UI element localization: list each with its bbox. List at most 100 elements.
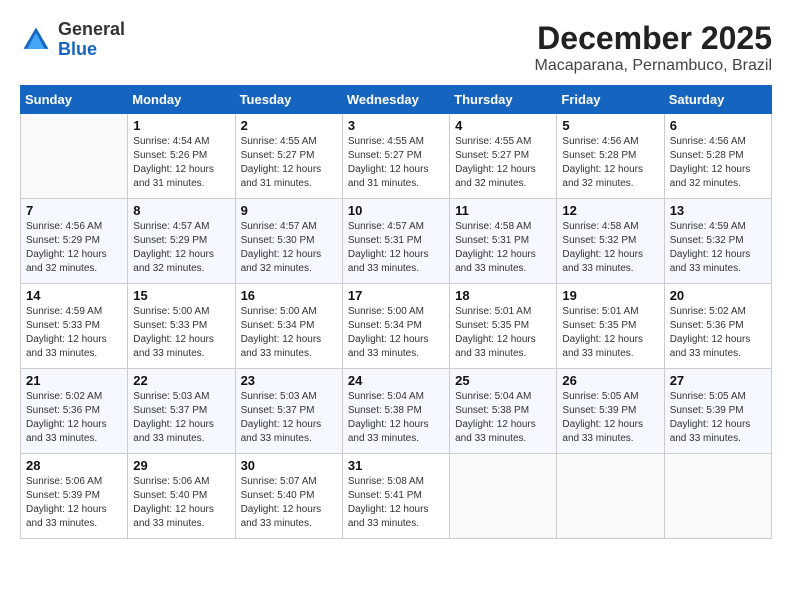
calendar-cell: 28 Sunrise: 5:06 AM Sunset: 5:39 PM Dayli…	[21, 454, 128, 539]
calendar-cell: 3Sunrise: 4:55 AM Sunset: 5:27 PM Daylig…	[342, 114, 449, 199]
calendar-cell	[21, 114, 128, 199]
calendar-cell: 22 Sunrise: 5:03 AM Sunset: 5:37 PM Dayli…	[128, 369, 235, 454]
day-number: 16	[241, 288, 337, 303]
calendar-cell: 12 Sunrise: 4:58 AM Sunset: 5:32 PM Dayli…	[557, 199, 664, 284]
day-number: 12	[562, 203, 658, 218]
calendar-header-saturday: Saturday	[664, 86, 771, 114]
main-title: December 2025	[535, 20, 772, 57]
calendar-cell	[664, 454, 771, 539]
day-number: 4	[455, 118, 551, 133]
day-number: 10	[348, 203, 444, 218]
calendar-cell: 26Sunrise: 5:05 AM Sunset: 5:39 PM Dayli…	[557, 369, 664, 454]
header: General Blue December 2025 Macaparana, P…	[20, 20, 772, 75]
day-number: 6	[670, 118, 766, 133]
title-area: December 2025 Macaparana, Pernambuco, Br…	[535, 20, 772, 75]
calendar-cell: 8 Sunrise: 4:57 AM Sunset: 5:29 PM Daylig…	[128, 199, 235, 284]
day-info: Sunrise: 5:07 AM Sunset: 5:40 PM Dayligh…	[241, 475, 337, 531]
day-info: Sunrise: 5:02 AM Sunset: 5:36 PM Dayligh…	[670, 305, 766, 361]
day-number: 13	[670, 203, 766, 218]
calendar-header-thursday: Thursday	[450, 86, 557, 114]
day-number: 28	[26, 458, 122, 473]
logo-icon	[20, 24, 52, 56]
day-number: 20	[670, 288, 766, 303]
week-row-4: 21 Sunrise: 5:02 AM Sunset: 5:36 PM Dayli…	[21, 369, 772, 454]
day-number: 30	[241, 458, 337, 473]
week-row-5: 28 Sunrise: 5:06 AM Sunset: 5:39 PM Dayli…	[21, 454, 772, 539]
day-number: 14	[26, 288, 122, 303]
calendar-cell: 29 Sunrise: 5:06 AM Sunset: 5:40 PM Dayli…	[128, 454, 235, 539]
day-info: Sunrise: 5:01 AM Sunset: 5:35 PM Dayligh…	[562, 305, 658, 361]
calendar-cell: 11 Sunrise: 4:58 AM Sunset: 5:31 PM Dayli…	[450, 199, 557, 284]
calendar-cell: 9Sunrise: 4:57 AM Sunset: 5:30 PM Daylig…	[235, 199, 342, 284]
calendar-header-monday: Monday	[128, 86, 235, 114]
week-row-2: 7 Sunrise: 4:56 AM Sunset: 5:29 PM Daylig…	[21, 199, 772, 284]
calendar-cell: 1 Sunrise: 4:54 AM Sunset: 5:26 PM Daylig…	[128, 114, 235, 199]
day-info: Sunrise: 4:54 AM Sunset: 5:26 PM Dayligh…	[133, 135, 229, 191]
calendar-cell: 13Sunrise: 4:59 AM Sunset: 5:32 PM Dayli…	[664, 199, 771, 284]
day-number: 23	[241, 373, 337, 388]
day-info: Sunrise: 4:59 AM Sunset: 5:33 PM Dayligh…	[26, 305, 122, 361]
day-number: 7	[26, 203, 122, 218]
day-number: 21	[26, 373, 122, 388]
day-number: 22	[133, 373, 229, 388]
day-info: Sunrise: 4:55 AM Sunset: 5:27 PM Dayligh…	[348, 135, 444, 191]
day-info: Sunrise: 5:00 AM Sunset: 5:33 PM Dayligh…	[133, 305, 229, 361]
day-info: Sunrise: 4:55 AM Sunset: 5:27 PM Dayligh…	[241, 135, 337, 191]
calendar-cell: 24Sunrise: 5:04 AM Sunset: 5:38 PM Dayli…	[342, 369, 449, 454]
day-info: Sunrise: 5:00 AM Sunset: 5:34 PM Dayligh…	[348, 305, 444, 361]
calendar-cell: 23 Sunrise: 5:03 AM Sunset: 5:37 PM Dayli…	[235, 369, 342, 454]
day-info: Sunrise: 4:58 AM Sunset: 5:31 PM Dayligh…	[455, 220, 551, 276]
day-number: 17	[348, 288, 444, 303]
calendar-cell: 20 Sunrise: 5:02 AM Sunset: 5:36 PM Dayli…	[664, 284, 771, 369]
calendar-cell: 21 Sunrise: 5:02 AM Sunset: 5:36 PM Dayli…	[21, 369, 128, 454]
calendar-cell	[450, 454, 557, 539]
day-number: 29	[133, 458, 229, 473]
calendar-cell: 6Sunrise: 4:56 AM Sunset: 5:28 PM Daylig…	[664, 114, 771, 199]
week-row-1: 1 Sunrise: 4:54 AM Sunset: 5:26 PM Daylig…	[21, 114, 772, 199]
day-info: Sunrise: 5:08 AM Sunset: 5:41 PM Dayligh…	[348, 475, 444, 531]
day-info: Sunrise: 4:58 AM Sunset: 5:32 PM Dayligh…	[562, 220, 658, 276]
day-number: 31	[348, 458, 444, 473]
calendar-cell: 7 Sunrise: 4:56 AM Sunset: 5:29 PM Daylig…	[21, 199, 128, 284]
logo-blue: Blue	[58, 39, 97, 59]
calendar-header-friday: Friday	[557, 86, 664, 114]
logo: General Blue	[20, 20, 125, 60]
calendar-cell: 10 Sunrise: 4:57 AM Sunset: 5:31 PM Dayli…	[342, 199, 449, 284]
day-info: Sunrise: 5:00 AM Sunset: 5:34 PM Dayligh…	[241, 305, 337, 361]
week-row-3: 14 Sunrise: 4:59 AM Sunset: 5:33 PM Dayli…	[21, 284, 772, 369]
calendar-cell: 15 Sunrise: 5:00 AM Sunset: 5:33 PM Dayli…	[128, 284, 235, 369]
day-info: Sunrise: 4:56 AM Sunset: 5:29 PM Dayligh…	[26, 220, 122, 276]
day-info: Sunrise: 4:57 AM Sunset: 5:31 PM Dayligh…	[348, 220, 444, 276]
day-info: Sunrise: 5:03 AM Sunset: 5:37 PM Dayligh…	[133, 390, 229, 446]
day-info: Sunrise: 5:05 AM Sunset: 5:39 PM Dayligh…	[562, 390, 658, 446]
calendar-cell: 19Sunrise: 5:01 AM Sunset: 5:35 PM Dayli…	[557, 284, 664, 369]
calendar-cell: 17 Sunrise: 5:00 AM Sunset: 5:34 PM Dayli…	[342, 284, 449, 369]
calendar-cell: 5Sunrise: 4:56 AM Sunset: 5:28 PM Daylig…	[557, 114, 664, 199]
calendar: SundayMondayTuesdayWednesdayThursdayFrid…	[20, 85, 772, 539]
day-info: Sunrise: 5:06 AM Sunset: 5:39 PM Dayligh…	[26, 475, 122, 531]
day-number: 27	[670, 373, 766, 388]
calendar-header-tuesday: Tuesday	[235, 86, 342, 114]
calendar-cell: 4 Sunrise: 4:55 AM Sunset: 5:27 PM Daylig…	[450, 114, 557, 199]
day-info: Sunrise: 4:57 AM Sunset: 5:29 PM Dayligh…	[133, 220, 229, 276]
calendar-cell: 2Sunrise: 4:55 AM Sunset: 5:27 PM Daylig…	[235, 114, 342, 199]
day-number: 8	[133, 203, 229, 218]
day-info: Sunrise: 4:55 AM Sunset: 5:27 PM Dayligh…	[455, 135, 551, 191]
day-info: Sunrise: 4:56 AM Sunset: 5:28 PM Dayligh…	[562, 135, 658, 191]
day-number: 15	[133, 288, 229, 303]
calendar-cell	[557, 454, 664, 539]
subtitle: Macaparana, Pernambuco, Brazil	[535, 57, 772, 75]
calendar-cell: 14 Sunrise: 4:59 AM Sunset: 5:33 PM Dayli…	[21, 284, 128, 369]
calendar-cell: 31 Sunrise: 5:08 AM Sunset: 5:41 PM Dayli…	[342, 454, 449, 539]
day-number: 1	[133, 118, 229, 133]
calendar-cell: 27Sunrise: 5:05 AM Sunset: 5:39 PM Dayli…	[664, 369, 771, 454]
day-number: 11	[455, 203, 551, 218]
calendar-header-wednesday: Wednesday	[342, 86, 449, 114]
calendar-cell: 25Sunrise: 5:04 AM Sunset: 5:38 PM Dayli…	[450, 369, 557, 454]
calendar-cell: 30 Sunrise: 5:07 AM Sunset: 5:40 PM Dayli…	[235, 454, 342, 539]
day-info: Sunrise: 5:03 AM Sunset: 5:37 PM Dayligh…	[241, 390, 337, 446]
day-info: Sunrise: 5:02 AM Sunset: 5:36 PM Dayligh…	[26, 390, 122, 446]
logo-text: General Blue	[58, 20, 125, 60]
day-number: 18	[455, 288, 551, 303]
day-info: Sunrise: 5:06 AM Sunset: 5:40 PM Dayligh…	[133, 475, 229, 531]
